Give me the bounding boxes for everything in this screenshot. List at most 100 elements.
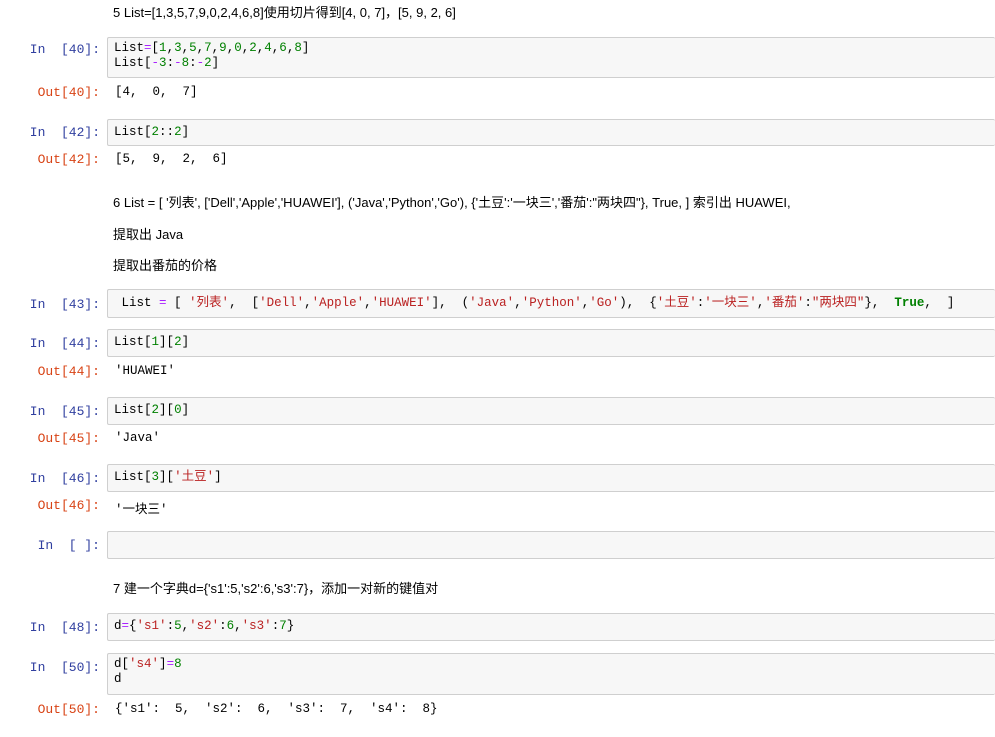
- code-token: 5: [189, 41, 197, 55]
- code-token: 2: [151, 125, 160, 139]
- code-token: , ]: [924, 296, 955, 310]
- code-token: List: [114, 470, 145, 484]
- code-token: [: [144, 470, 152, 484]
- code-token: ]: [214, 470, 222, 484]
- markdown-question-6: 6 List = [ '列表', ['Dell','Apple','HUAWEI…: [113, 195, 791, 210]
- code-cell-50[interactable]: d['s4']=8 d: [107, 653, 995, 695]
- code-token: '列表': [189, 296, 230, 310]
- out-prompt-40: Out[40]:: [37, 85, 100, 100]
- code-token: {: [129, 619, 137, 633]
- code-cell-43[interactable]: List = [ '列表', ['Dell','Apple','HUAWEI']…: [107, 289, 995, 318]
- code-line: d['s4']=8: [114, 657, 182, 671]
- code-text-42: List[2::2]: [114, 125, 189, 140]
- markdown-question-6-price: 提取出番茄的价格: [113, 258, 218, 273]
- code-token: 2: [151, 403, 160, 417]
- code-token: 'HUAWEI': [371, 296, 432, 310]
- code-token: },: [864, 296, 895, 310]
- code-token: d: [114, 672, 122, 686]
- code-token: 8: [181, 56, 190, 70]
- code-token: 5: [174, 619, 182, 633]
- code-token: :: [219, 619, 227, 633]
- output-46: '一块三': [115, 503, 168, 517]
- code-token: =: [144, 41, 152, 55]
- code-token: ,: [181, 619, 190, 633]
- in-prompt-empty: In [ ]:: [37, 538, 100, 553]
- code-token: [: [144, 125, 152, 139]
- code-token: List: [114, 41, 145, 55]
- code-token: List: [114, 335, 145, 349]
- code-token: 'Dell': [259, 296, 305, 310]
- code-token: =: [121, 619, 130, 633]
- code-text-40: List=[1,3,5,7,9,0,2,4,6,8] List[-3:-8:-2…: [114, 41, 309, 71]
- code-token: :: [166, 619, 175, 633]
- code-token: 2: [204, 56, 212, 70]
- code-text-48: d={'s1':5,'s2':6,'s3':7}: [114, 619, 294, 634]
- code-token: 7: [279, 619, 287, 633]
- code-text-45: List[2][0]: [114, 403, 189, 418]
- code-token: -: [196, 56, 205, 70]
- code-token: ][: [159, 403, 175, 417]
- code-token: 0: [174, 403, 182, 417]
- in-prompt-50: In [50]:: [29, 660, 100, 675]
- code-token: [: [144, 56, 152, 70]
- code-cell-45[interactable]: List[2][0]: [107, 397, 995, 425]
- code-cell-empty[interactable]: [107, 531, 995, 559]
- code-token: 2: [249, 41, 257, 55]
- code-token: ]: [181, 125, 190, 139]
- code-token: :: [166, 56, 175, 70]
- code-line: d: [114, 672, 122, 686]
- code-cell-42[interactable]: List[2::2]: [107, 119, 995, 146]
- code-token: [: [151, 41, 160, 55]
- code-token: 2: [174, 125, 182, 139]
- code-token: =: [159, 296, 167, 310]
- in-prompt-45: In [45]:: [29, 404, 100, 419]
- code-token: :: [804, 296, 812, 310]
- output-45: 'Java': [115, 431, 161, 445]
- code-token: 's2': [189, 619, 220, 633]
- code-token: "两块四": [811, 296, 865, 310]
- code-token: ][: [159, 335, 175, 349]
- code-token: 's4': [129, 657, 160, 671]
- code-line: List=[1,3,5,7,9,0,2,4,6,8]: [114, 41, 309, 55]
- code-token: , [: [229, 296, 260, 310]
- code-token: :: [189, 56, 197, 70]
- code-token: ,: [304, 296, 312, 310]
- in-prompt-42: In [42]:: [29, 125, 100, 140]
- code-token: =: [166, 657, 175, 671]
- code-token: ,: [234, 619, 242, 633]
- code-token: '番茄': [764, 296, 805, 310]
- code-text-43: List = [ '列表', ['Dell','Apple','HUAWEI']…: [114, 296, 955, 311]
- code-cell-46[interactable]: List[3]['土豆']: [107, 464, 995, 492]
- code-token: ]: [181, 403, 190, 417]
- out-prompt-45: Out[45]:: [37, 431, 100, 446]
- code-token: ]: [211, 56, 220, 70]
- code-token: ,: [181, 41, 190, 55]
- code-token: List: [114, 56, 145, 70]
- code-token: '一块三': [704, 296, 757, 310]
- code-token: [: [144, 335, 152, 349]
- code-token: [: [166, 296, 190, 310]
- code-text-50: d['s4']=8 d: [114, 657, 182, 687]
- code-token: List: [114, 125, 145, 139]
- out-prompt-42: Out[42]:: [37, 152, 100, 167]
- code-token: ]: [181, 335, 190, 349]
- code-token: 6: [279, 41, 287, 55]
- out-prompt-46: Out[46]:: [37, 498, 100, 513]
- code-token: '土豆': [174, 470, 215, 484]
- code-cell-48[interactable]: d={'s1':5,'s2':6,'s3':7}: [107, 613, 995, 641]
- code-token: ,: [196, 41, 205, 55]
- in-prompt-46: In [46]:: [29, 471, 100, 486]
- code-token: ]: [301, 41, 310, 55]
- code-token: 9: [219, 41, 227, 55]
- code-cell-40[interactable]: List=[1,3,5,7,9,0,2,4,6,8] List[-3:-8:-2…: [107, 37, 995, 78]
- code-token: ,: [514, 296, 522, 310]
- in-prompt-40: In [40]:: [29, 42, 100, 57]
- code-token: -: [174, 56, 182, 70]
- code-token: 7: [204, 41, 212, 55]
- code-cell-44[interactable]: List[1][2]: [107, 329, 995, 357]
- code-token: ], (: [431, 296, 470, 310]
- code-token: 'Apple': [311, 296, 365, 310]
- code-token: ][: [159, 470, 175, 484]
- code-token: 3: [174, 41, 182, 55]
- code-token: ), {: [619, 296, 657, 310]
